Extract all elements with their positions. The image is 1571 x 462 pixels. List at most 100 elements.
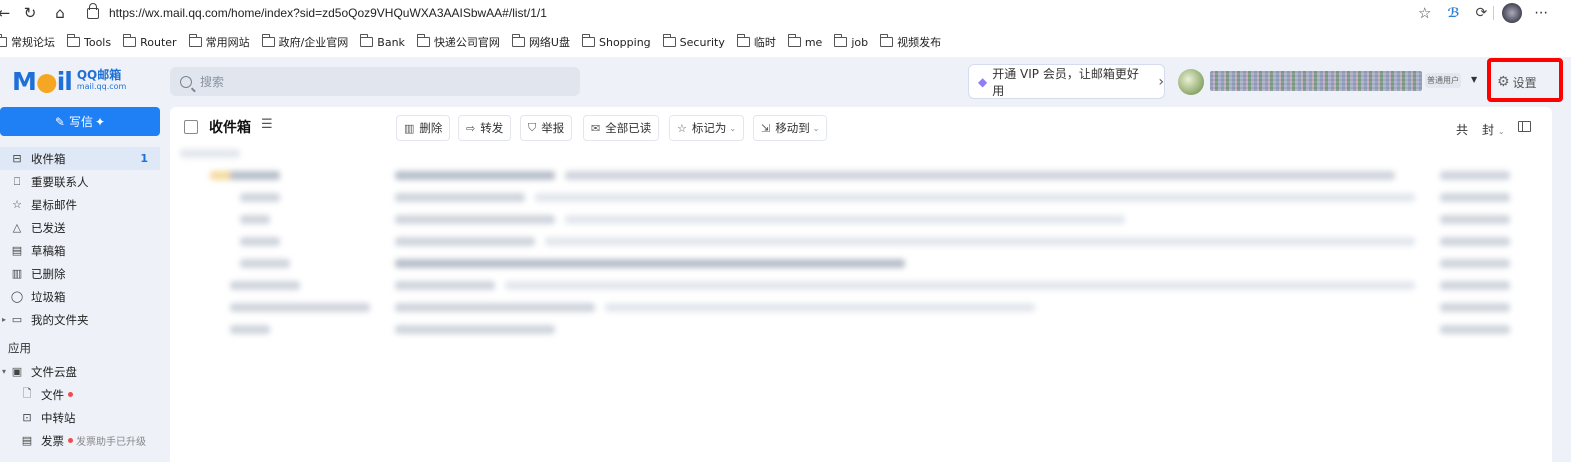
folder-icon xyxy=(582,34,595,47)
bookmarks-bar: 常规论坛 Tools Router 常用网站 政府/企业官网 Bank 快递公司… xyxy=(0,30,1571,54)
sidebar-item-spam[interactable]: ◯ 垃圾箱 xyxy=(0,285,160,308)
bookmark-item[interactable]: me xyxy=(787,34,822,49)
bookmark-item[interactable]: 快递公司官网 xyxy=(416,34,500,50)
folder-title: 收件箱 xyxy=(209,120,251,136)
back-icon[interactable]: ← xyxy=(0,3,14,23)
sidebar-item-deleted[interactable]: ▥ 已删除 xyxy=(0,262,160,285)
folder-icon xyxy=(736,34,750,47)
folder-icon xyxy=(880,34,894,47)
extension-icon[interactable]: ℬ xyxy=(1447,6,1459,21)
divider xyxy=(1493,6,1495,20)
envelope-open-icon: ✉ xyxy=(591,121,601,135)
sparkle-icon: ✦ xyxy=(95,114,106,129)
folder-icon xyxy=(834,34,848,47)
refresh-extension-icon[interactable]: ⟳ xyxy=(1476,5,1488,21)
bookmark-item[interactable]: 常用网站 xyxy=(188,34,250,50)
vip-banner[interactable]: ◆ 开通 VIP 会员，让邮箱更好用 › xyxy=(968,64,1165,99)
table-row[interactable] xyxy=(180,213,1540,227)
bookmark-item[interactable]: Router xyxy=(123,34,177,49)
table-row[interactable] xyxy=(180,279,1540,293)
sidebar-item-invoice[interactable]: ▤ 发票 发票助手已升级 xyxy=(0,429,160,452)
compose-icon: ✎ xyxy=(54,114,65,129)
search-input[interactable]: 搜索 xyxy=(170,67,580,96)
collapse-arrow-icon[interactable]: ▾ xyxy=(2,367,8,376)
reading-pane-toggle-icon[interactable] xyxy=(1518,121,1531,132)
expand-arrow-icon[interactable]: ▸ xyxy=(2,315,8,324)
move-to-dropdown[interactable]: ⇲ 移动到 ⌄ xyxy=(753,115,828,141)
trash-icon: ▥ xyxy=(11,267,23,280)
notification-dot xyxy=(68,438,73,443)
chevron-down-icon: ⌄ xyxy=(1497,127,1505,136)
logo-domain: mail.qq.com xyxy=(76,82,127,91)
diamond-icon: ◆ xyxy=(978,74,988,89)
select-all-checkbox[interactable] xyxy=(184,120,198,134)
favorite-star-icon[interactable]: ☆ xyxy=(1418,4,1431,22)
sidebar-item-transfer[interactable]: ⊡ 中转站 xyxy=(0,406,160,429)
sidebar-item-my-folders[interactable]: ▸ ▭ 我的文件夹 xyxy=(0,308,160,331)
caret-down-icon[interactable]: ▼ xyxy=(1471,75,1477,84)
mark-all-read-button[interactable]: ✉ 全部已读 xyxy=(583,115,660,141)
annotation-highlight-box xyxy=(1487,58,1563,102)
folder-icon xyxy=(0,34,7,47)
sidebar-item-starred[interactable]: ☆ 星标邮件 xyxy=(0,193,160,216)
bookmark-item[interactable]: Tools xyxy=(67,34,111,49)
total-count[interactable]: 共封 ⌄ xyxy=(1456,121,1505,138)
folder-icon xyxy=(511,34,525,47)
folder-icon xyxy=(261,34,275,47)
sidebar-item-sent[interactable]: △ 已发送 xyxy=(0,216,160,239)
mail-app: M●il QQ邮箱 mail.qq.com 搜索 ◆ 开通 VIP 会员，让邮箱… xyxy=(0,57,1571,462)
bookmark-item[interactable]: Shopping xyxy=(582,34,651,49)
bookmark-item[interactable]: job xyxy=(834,34,868,49)
bookmark-item[interactable]: 临时 xyxy=(736,34,776,50)
username-redacted[interactable] xyxy=(1210,71,1422,91)
bookmark-item[interactable]: 视频发布 xyxy=(880,34,941,50)
logo-brand: QQ邮箱 xyxy=(76,68,122,82)
chevron-down-icon: ⌄ xyxy=(729,123,737,133)
shield-icon: ⛉ xyxy=(528,121,537,134)
search-icon xyxy=(180,75,192,88)
inbox-icon: ⊟ xyxy=(12,152,22,165)
bookmark-item[interactable]: 政府/企业官网 xyxy=(261,34,348,50)
sidebar-item-cloud-drive[interactable]: ▾ ▣ 文件云盘 xyxy=(0,360,160,383)
compose-button[interactable]: ✎ 写信 ✦ xyxy=(0,107,160,136)
table-row[interactable] xyxy=(180,235,1540,249)
reload-icon[interactable]: ↻ xyxy=(20,3,40,23)
table-row[interactable] xyxy=(180,169,1540,183)
more-menu-icon[interactable]: ⋯ xyxy=(1534,5,1548,21)
bookmark-item[interactable]: Security xyxy=(662,34,725,49)
folder-menu-icon[interactable]: ☰ xyxy=(261,117,273,132)
table-row[interactable] xyxy=(180,323,1540,337)
table-row[interactable] xyxy=(180,191,1540,205)
cloud-drive-icon: ▣ xyxy=(11,365,23,378)
folder-icon xyxy=(360,34,374,47)
folder-icon xyxy=(188,34,202,47)
move-folder-icon: ⇲ xyxy=(761,121,771,135)
qq-mail-logo[interactable]: M●il QQ邮箱 mail.qq.com xyxy=(12,66,142,96)
mark-as-dropdown[interactable]: ☆ 标记为 ⌄ xyxy=(669,115,745,141)
folder-icon xyxy=(123,34,137,47)
sidebar-item-drafts[interactable]: ▤ 草稿箱 xyxy=(0,239,160,262)
sidebar-item-important-contacts[interactable]: ⎕ 重要联系人 xyxy=(0,170,160,193)
folder-icon xyxy=(787,34,801,47)
sidebar-item-inbox[interactable]: ⊟ 收件箱 1 xyxy=(0,147,160,170)
table-row[interactable] xyxy=(180,301,1540,315)
star-icon: ☆ xyxy=(12,198,22,211)
table-row[interactable] xyxy=(180,147,1540,161)
user-avatar[interactable] xyxy=(1178,69,1204,95)
bookmark-item[interactable]: 网络U盘 xyxy=(511,34,570,50)
delete-button[interactable]: ▥ 删除 xyxy=(396,115,451,141)
chevron-right-icon: › xyxy=(1158,73,1164,90)
draft-icon: ▤ xyxy=(11,244,23,257)
sent-icon: △ xyxy=(12,221,22,234)
sidebar-item-files[interactable]: 🗋 文件 xyxy=(0,383,160,406)
profile-avatar[interactable] xyxy=(1502,3,1523,23)
table-row[interactable] xyxy=(180,257,1540,271)
address-bar[interactable]: https://wx.mail.qq.com/home/index?sid=zd… xyxy=(78,1,1440,25)
notification-dot xyxy=(68,392,73,397)
home-icon[interactable]: ⌂ xyxy=(50,3,70,23)
bookmark-item[interactable]: 常规论坛 xyxy=(0,34,55,50)
report-button[interactable]: ⛉ 举报 xyxy=(520,115,573,141)
forward-icon: ⇨ xyxy=(466,121,476,135)
forward-button[interactable]: ⇨ 转发 xyxy=(458,115,512,141)
bookmark-item[interactable]: Bank xyxy=(360,34,405,49)
